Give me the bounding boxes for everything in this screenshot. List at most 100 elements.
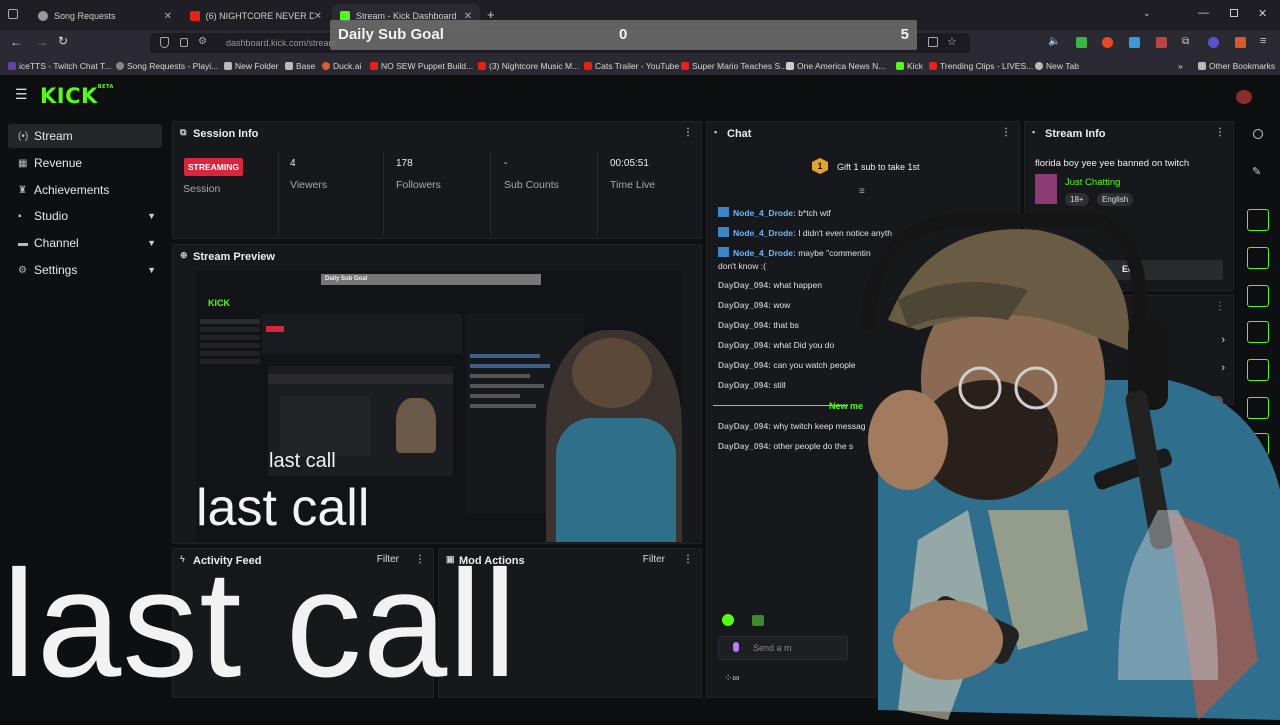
- mic-icon[interactable]: [733, 642, 739, 652]
- bookmark-item[interactable]: One America News N...: [786, 61, 885, 71]
- bookmark-item[interactable]: Trending Clips - LIVES...: [929, 61, 1033, 71]
- info-icon[interactable]: [1253, 129, 1263, 139]
- back-icon[interactable]: ←: [10, 35, 22, 49]
- more-options-icon[interactable]: ⋮: [683, 127, 693, 138]
- chat-settings-icon[interactable]: [752, 615, 764, 626]
- chat-input-placeholder: Send a m: [753, 643, 792, 653]
- kick-logo[interactable]: KICKBETA: [40, 84, 114, 108]
- star-icon[interactable]: ☆: [947, 35, 957, 48]
- extension-icon[interactable]: [1129, 37, 1140, 48]
- bookmark-item[interactable]: Song Requests - Playi...: [116, 61, 218, 71]
- extensions-toolbar: 🔈 ⧉ ≡: [1045, 35, 1275, 51]
- bookmark-item[interactable]: Other Bookmarks: [1198, 61, 1275, 71]
- puzzle-icon[interactable]: ⧉: [1182, 36, 1189, 47]
- sub-goal-label: Daily Sub Goal: [338, 26, 444, 43]
- streaming-status-badge: STREAMING: [184, 158, 243, 176]
- stream-title: florida boy yee yee banned on twitch: [1035, 158, 1190, 169]
- mute-icon[interactable]: 🔈: [1048, 36, 1060, 47]
- new-messages-divider[interactable]: [713, 405, 848, 406]
- close-icon[interactable]: ✕: [164, 11, 172, 22]
- browser-tab-song-requests[interactable]: Song Requests ✕: [30, 4, 180, 28]
- pinned-collapse-icon[interactable]: ≡: [859, 186, 865, 197]
- bookmark-item[interactable]: Super Mario Teaches S...: [681, 61, 787, 71]
- daily-sub-goal-overlay: Daily Sub Goal 0 5: [330, 20, 917, 50]
- avatar[interactable]: [1236, 90, 1252, 104]
- more-options-icon[interactable]: ⋮: [1001, 127, 1011, 138]
- maximize-icon[interactable]: [1230, 9, 1238, 17]
- close-icon[interactable]: ✕: [314, 11, 322, 22]
- panel-header: ▪ Stream Info ⋮: [1025, 122, 1233, 144]
- more-options-icon[interactable]: ⋮: [1215, 127, 1225, 138]
- stream-preview-panel: ⊕ Stream Preview Daily Sub Goal KICK las…: [172, 244, 702, 544]
- tab-label: Song Requests: [54, 11, 116, 21]
- bookmark-item[interactable]: Duck.ai: [322, 61, 361, 71]
- browser-tab-nightcore[interactable]: (6) NIGHTCORE NEVER DIES !!! ✕: [182, 4, 330, 28]
- panel-header: ⊕ Stream Preview: [173, 245, 701, 267]
- sub-goal-target: 5: [900, 26, 909, 43]
- sidebar-item-achievements[interactable]: ♜ Achievements: [8, 178, 162, 202]
- gear-icon: ⚙: [18, 264, 27, 276]
- bookmark-item[interactable]: New Folder: [224, 61, 278, 71]
- badge-icon: [718, 227, 729, 237]
- sub-count-label: Sub Counts: [504, 179, 559, 191]
- time-live-label: Time Live: [610, 179, 656, 191]
- panel-header: ▪ Chat ⋮: [707, 122, 1019, 144]
- emote-icon[interactable]: [722, 614, 734, 626]
- gear-icon: [38, 11, 48, 21]
- chevron-down-icon[interactable]: ⌄: [1143, 8, 1151, 19]
- panel-title: Stream Info: [1045, 128, 1106, 140]
- stream-preview-video[interactable]: Daily Sub Goal KICK last call last call: [196, 270, 682, 542]
- minimize-icon[interactable]: —: [1198, 7, 1209, 19]
- hamburger-menu-icon[interactable]: ☰: [15, 86, 28, 103]
- chat-message: DayDay_094: wow: [718, 300, 791, 310]
- more-options-icon[interactable]: ⋮: [683, 554, 693, 565]
- chat-message: DayDay_094: what happen: [718, 280, 822, 290]
- window-close-icon[interactable]: ✕: [1258, 7, 1267, 20]
- extension-icon[interactable]: [1208, 37, 1219, 48]
- session-label: Session: [183, 183, 221, 195]
- studio-icon: ▪: [18, 210, 22, 222]
- extension-icon[interactable]: [1235, 37, 1246, 48]
- bookmark-item[interactable]: New Tab: [1035, 61, 1079, 71]
- trophy-icon: ♜: [18, 184, 27, 196]
- bookmark-item[interactable]: Cats Trailer - YouTube: [584, 61, 679, 71]
- bookmark-item[interactable]: NO SEW Puppet Build...: [370, 61, 473, 71]
- chevron-right-icon[interactable]: »: [1178, 61, 1183, 71]
- bookmark-item[interactable]: Kick: [896, 61, 923, 71]
- edit-icon[interactable]: ✎: [1252, 165, 1261, 178]
- bookmark-item[interactable]: Base: [285, 61, 315, 71]
- bookmark-item[interactable]: iceTTS - Twitch Chat T...: [8, 61, 111, 71]
- reader-icon[interactable]: [928, 37, 938, 47]
- revenue-icon: ▦: [18, 157, 28, 169]
- sidebar-item-channel[interactable]: ▬ Channel ▼: [8, 231, 162, 255]
- sidebar-item-settings[interactable]: ⚙ Settings ▼: [8, 258, 162, 282]
- viewers-label: Viewers: [290, 179, 328, 191]
- bookmark-item[interactable]: (3) Nightcore Music M...: [478, 61, 579, 71]
- chat-message: DayDay_094: other people do the s: [718, 441, 854, 451]
- tab-label: (6) NIGHTCORE NEVER DIES !!!: [205, 11, 314, 21]
- url-text: dashboard.kick.com/stream: [226, 38, 337, 48]
- sidebar-item-studio[interactable]: ▪ Studio ▼: [8, 204, 162, 228]
- chat-message: don't know :(: [718, 261, 766, 271]
- extension-icon[interactable]: [1076, 37, 1087, 48]
- chat-input[interactable]: Send a m: [718, 636, 848, 660]
- lock-icon: [180, 38, 188, 47]
- chevron-down-icon: ▼: [147, 238, 156, 248]
- reload-icon[interactable]: ↻: [58, 34, 68, 48]
- forward-icon[interactable]: →: [36, 35, 48, 49]
- menu-icon[interactable]: ≡: [1260, 35, 1266, 47]
- permissions-icon: ⚙: [198, 36, 207, 47]
- chat-icon: ▪: [714, 127, 718, 137]
- dots-icon[interactable]: ⁘∞: [724, 673, 740, 684]
- pinned-gift-message[interactable]: Gift 1 sub to take 1st: [837, 162, 920, 172]
- extension-icon[interactable]: [1102, 37, 1113, 48]
- chat-message: Node_4_Drode: b*tch wtf: [718, 207, 831, 218]
- extension-icon[interactable]: [1156, 37, 1167, 48]
- panel-title: Stream Preview: [193, 251, 275, 263]
- sidebar-item-stream[interactable]: (•) Stream: [8, 124, 162, 148]
- category-link[interactable]: Just Chatting: [1065, 177, 1120, 188]
- beta-label: BETA: [97, 84, 114, 90]
- filter-button[interactable]: Filter: [643, 554, 665, 565]
- sidebar-item-revenue[interactable]: ▦ Revenue: [8, 151, 162, 175]
- tab-list-icon[interactable]: [8, 9, 18, 19]
